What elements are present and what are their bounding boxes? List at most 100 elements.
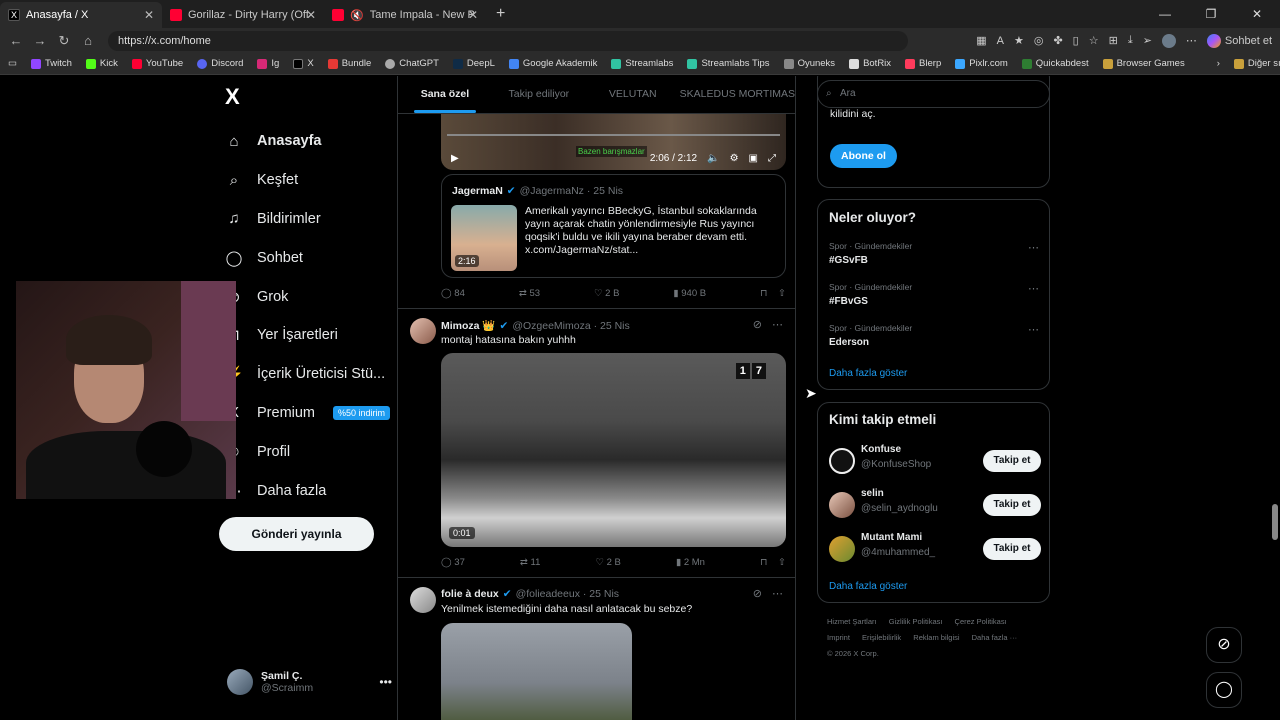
follow-button[interactable]: Takip et [983,450,1041,472]
footer-accessibility[interactable]: Erişilebilirlik [862,633,901,642]
messages-fab-button[interactable]: ◯ [1206,672,1242,708]
bookmark-chatgpt[interactable]: ChatGPT [385,58,439,69]
subscribe-button[interactable]: Abone ol [830,144,897,168]
nav-item-home[interactable]: ⌂ Anasayfa [225,122,390,161]
trend-item[interactable]: Spor · Gündemdekiler #GSvFB ⋯ [829,241,1039,266]
bookmark-quickabdest[interactable]: Quickabdest [1021,58,1089,69]
minimize-icon[interactable]: — [1142,0,1188,28]
like-button[interactable]: ♡ 2 B [595,557,620,568]
footer-terms[interactable]: Hizmet Şartları [827,617,877,626]
trends-show-more[interactable]: Daha fazla göster [829,368,907,379]
nav-item-profile[interactable]: ☺Profil [225,432,390,471]
gamepad-icon[interactable]: ◎ [1034,34,1044,47]
nav-item-grok[interactable]: ⊘Grok [225,277,390,316]
footer-more[interactable]: Daha fazla ··· [972,633,1017,642]
trend-more-icon[interactable]: ⋯ [1028,241,1039,254]
footer-imprint[interactable]: Imprint [827,633,850,642]
close-tab-icon[interactable]: ✕ [144,8,154,22]
reply-button[interactable]: ◯ 37 [441,557,465,568]
tab-skaledus-mortimas[interactable]: SKALEDUS MORTIMAS [680,76,795,113]
share-icon[interactable]: ➢ [1143,34,1152,47]
page-scrollbar[interactable] [1272,504,1278,540]
views-button[interactable]: ▮ 2 Mn [676,557,705,568]
copilot-chat-button[interactable]: Sohbet et [1206,33,1272,48]
nav-item-explore[interactable]: ⌕ Keşfet [225,161,390,200]
quoted-video-thumbnail[interactable]: 2:16 [451,205,517,271]
follow-button[interactable]: Takip et [983,494,1041,516]
refresh-icon[interactable]: ↻ [52,33,76,49]
tab-velutan[interactable]: VELUTAN [586,76,680,113]
video-player[interactable]: Bazen barışmazlar ▶ 2:06 / 2:12 🔈 ⚙ ▣ ⤢ [441,114,786,170]
muted-speaker-icon[interactable]: 🔇 [350,9,364,22]
bookmark-botrix[interactable]: BotRix [849,58,891,69]
trend-item[interactable]: Spor · Gündemdekiler #FBvGS ⋯ [829,282,1039,307]
bookmark-x[interactable]: X [293,58,314,69]
pip-icon[interactable]: ▣ [749,153,758,164]
suggested-user[interactable]: Konfuse @KonfuseShop Takip et [829,444,1041,480]
bookmark-bundle[interactable]: Bundle [327,58,371,69]
follow-button[interactable]: Takip et [983,538,1041,560]
bookmark-kick[interactable]: Kick [85,58,118,69]
settings-more-icon[interactable]: ⋯ [1186,34,1197,47]
quoted-post[interactable]: JagermaN ✔ @JagermaNz · 25 Nis 2:16 Amer… [441,174,786,278]
bookmark-streamlabs[interactable]: Streamlabs [611,58,673,69]
bookmark-youtube[interactable]: YouTube [131,58,183,69]
suggested-user[interactable]: selin @selin_aydnoglu Takip et [829,488,1041,524]
bookmark-twitch[interactable]: Twitch [30,58,72,69]
bookmark-blerp[interactable]: Blerp [905,58,941,69]
back-icon[interactable]: ← [4,33,28,48]
tab-for-you[interactable]: Sana özel [398,76,492,113]
extensions-icon[interactable]: ✤ [1053,34,1062,47]
post-button[interactable]: Gönderi yayınla [219,517,374,551]
apps-icon[interactable]: ▦ [976,34,986,47]
trend-more-icon[interactable]: ⋯ [1028,323,1039,336]
footer-ads-info[interactable]: Reklam bilgisi [913,633,959,642]
video-progress-bar[interactable] [447,134,780,136]
suggested-user[interactable]: Mutant Mami @4muhammed_ Takip et [829,532,1041,568]
repost-button[interactable]: ⇄ 11 [520,557,540,568]
close-window-icon[interactable]: ✕ [1234,0,1280,28]
bookmark-icon[interactable]: ⊓ [760,557,767,568]
nav-item-creator-studio[interactable]: ⚡İçerik Üreticisi Stü... [225,355,390,394]
post-video[interactable]: 1 7 0:01 [441,353,786,547]
browser-tab-gorillaz[interactable]: Gorillaz - Dirty Harry (Official Vide...… [162,2,324,28]
repost-button[interactable]: ⇄ 53 [519,288,540,299]
reply-button[interactable]: ◯ 84 [441,288,465,299]
search-input[interactable]: ⌕ Ara [817,80,1050,108]
play-icon[interactable]: ▶ [451,153,459,164]
share-icon[interactable]: ⇧ [778,288,786,299]
footer-privacy[interactable]: Gizlilik Politikası [889,617,943,626]
bookmarks-menu-icon[interactable]: ▭ [8,58,17,69]
trend-more-icon[interactable]: ⋯ [1028,282,1039,295]
forward-icon[interactable]: → [28,33,52,48]
bookmark-deepl[interactable]: DeepL [452,58,495,69]
account-more-icon[interactable]: ••• [379,675,392,689]
bookmark-streamlabs-tips[interactable]: Streamlabs Tips [687,58,770,69]
nav-item-more[interactable]: ⋯Daha fazla [225,471,390,510]
profile-avatar-icon[interactable] [1161,33,1176,48]
grok-fab-button[interactable]: ⊘ [1206,627,1242,663]
footer-cookies[interactable]: Çerez Politikası [955,617,1007,626]
views-button[interactable]: ▮ 940 B [673,288,706,299]
bookmark-oyuneks[interactable]: Oyuneks [783,58,835,69]
home-icon[interactable]: ⌂ [76,33,100,48]
volume-icon[interactable]: 🔈 [707,153,719,164]
post-image[interactable] [441,623,632,720]
grok-icon[interactable]: ⊘ [753,587,762,600]
favorite-star-icon[interactable]: ★ [1014,34,1024,47]
nav-item-chat[interactable]: ◯ Sohbet [225,238,390,277]
bookmark-ig[interactable]: Ig [257,58,279,69]
split-screen-icon[interactable]: ▯ [1073,34,1079,47]
bookmark-google-akademik[interactable]: Google Akademik [508,58,597,69]
bookmark-icon[interactable]: ⊓ [760,288,767,299]
maximize-icon[interactable]: ❐ [1188,0,1234,28]
bookmark-pixlr[interactable]: Pixlr.com [955,58,1008,69]
fullscreen-icon[interactable]: ⤢ [768,153,776,164]
browser-tab-x[interactable]: X Anasayfa / X ✕ [0,2,162,28]
read-aloud-icon[interactable]: A [997,35,1004,47]
download-icon[interactable]: ⤓ [1128,34,1133,47]
nav-item-premium[interactable]: XPremium%50 indirim [225,394,391,433]
other-bookmarks[interactable]: Diğer sık kullanılanlar [1233,58,1280,69]
more-icon[interactable]: ⋯ [772,587,783,600]
url-field[interactable]: https://x.com/home [108,30,908,51]
